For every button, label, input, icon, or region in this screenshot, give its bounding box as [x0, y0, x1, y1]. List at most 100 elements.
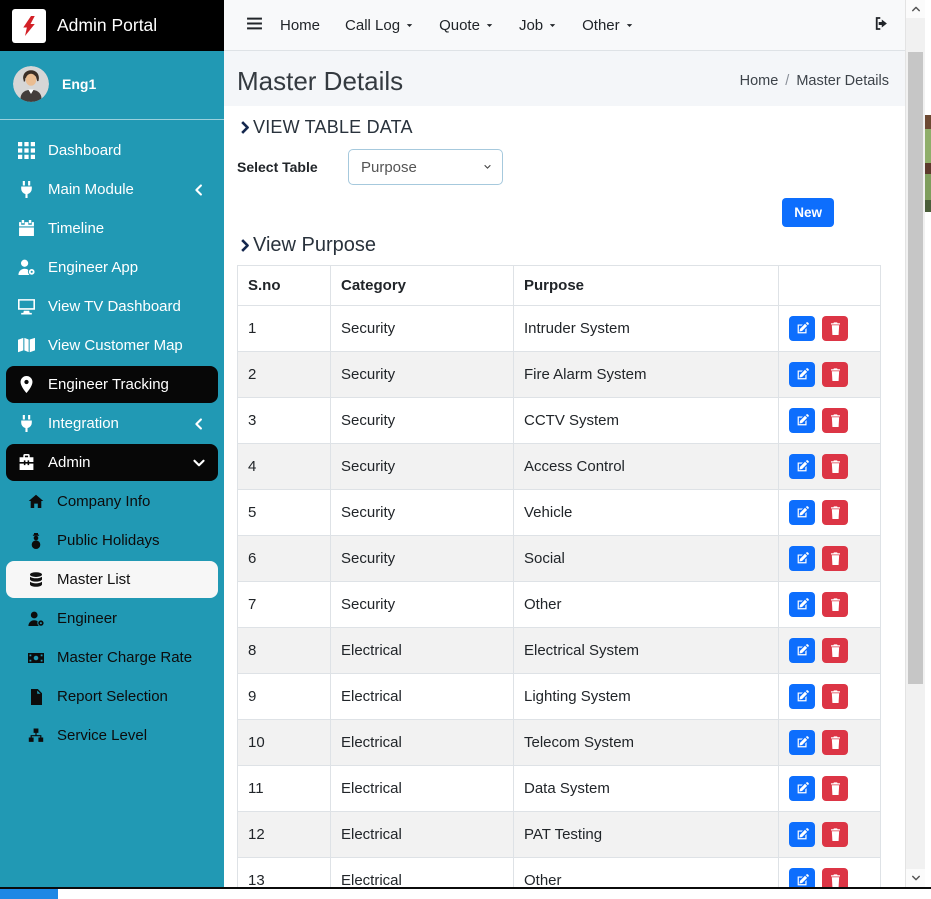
edit-button[interactable]: [789, 776, 815, 801]
cell-purpose: Social: [514, 536, 779, 582]
sidebar-item-label: Master Charge Rate: [57, 649, 192, 666]
app-logo[interactable]: [12, 9, 46, 43]
sidebar-item-integration[interactable]: Integration: [6, 405, 218, 442]
top-menu: Home Call Log Quote Job: [280, 17, 659, 34]
cell-sno: 6: [238, 536, 331, 582]
delete-button[interactable]: [822, 362, 848, 387]
edit-button[interactable]: [789, 592, 815, 617]
sidebar-item-label: Engineer App: [48, 259, 138, 276]
header-actions: [779, 266, 881, 306]
chevron-up-icon: [911, 4, 921, 14]
edit-icon: [796, 598, 809, 611]
edit-icon: [796, 644, 809, 657]
sidebar-item-master-list[interactable]: Master List: [6, 561, 218, 598]
delete-button[interactable]: [822, 408, 848, 433]
sidebar-item-report-selection[interactable]: Report Selection: [6, 678, 218, 715]
sidebar-item-view-customer-map[interactable]: View Customer Map: [6, 327, 218, 364]
edit-icon: [796, 736, 809, 749]
app-title: Admin Portal: [57, 15, 157, 36]
top-menu-item-label: Call Log: [345, 17, 400, 34]
map-sliver: [925, 163, 931, 174]
master-details-card: VIEW TABLE DATA Select Table Purpose New…: [224, 106, 905, 887]
top-menu-item-label: Other: [582, 17, 620, 34]
scroll-down-button[interactable]: [906, 869, 925, 887]
sidebar-item-main-module[interactable]: Main Module: [6, 171, 218, 208]
sidebar-item-label: Company Info: [57, 493, 150, 510]
table-row: 3 Security CCTV System: [238, 398, 881, 444]
table-select[interactable]: Purpose: [348, 149, 503, 185]
caret-down-icon: [405, 21, 414, 30]
delete-button[interactable]: [822, 638, 848, 663]
cell-sno: 7: [238, 582, 331, 628]
table-row: 2 Security Fire Alarm System: [238, 352, 881, 398]
vertical-scrollbar-thumb[interactable]: [908, 52, 923, 684]
sidebar-item-service-level[interactable]: Service Level: [6, 717, 218, 754]
sidebar-item-timeline[interactable]: Timeline: [6, 210, 218, 247]
edit-icon: [796, 690, 809, 703]
trash-icon: [829, 644, 842, 657]
delete-button[interactable]: [822, 684, 848, 709]
avatar[interactable]: [13, 66, 49, 102]
scroll-up-button[interactable]: [906, 0, 925, 18]
delete-button[interactable]: [822, 822, 848, 847]
table-row: 6 Security Social: [238, 536, 881, 582]
nav-item-quote[interactable]: Quote: [439, 17, 494, 34]
sidebar-item-engineer-app[interactable]: Engineer App: [6, 249, 218, 286]
nav-item-other[interactable]: Other: [582, 17, 634, 34]
delete-button[interactable]: [822, 546, 848, 571]
table-row: 7 Security Other: [238, 582, 881, 628]
edit-button[interactable]: [789, 500, 815, 525]
view-purpose-section-title: View Purpose: [237, 234, 892, 257]
sidebar-item-public-holidays[interactable]: Public Holidays: [6, 522, 218, 559]
nav-item-home[interactable]: Home: [280, 17, 320, 34]
delete-button[interactable]: [822, 500, 848, 525]
delete-button[interactable]: [822, 592, 848, 617]
sidebar-item-label: Integration: [48, 415, 119, 432]
sidebar-item-master-charge-rate[interactable]: Master Charge Rate: [6, 639, 218, 676]
cell-category: Security: [331, 490, 514, 536]
sidebar-item-engineer-tracking[interactable]: Engineer Tracking: [6, 366, 218, 403]
edit-button[interactable]: [789, 316, 815, 341]
sidebar-item-engineer[interactable]: Engineer: [6, 600, 218, 637]
right-edge-strip: [925, 0, 931, 887]
sidebar-item-company-info[interactable]: Company Info: [6, 483, 218, 520]
table-row: 8 Electrical Electrical System: [238, 628, 881, 674]
cell-purpose: CCTV System: [514, 398, 779, 444]
sidebar-item-dashboard[interactable]: Dashboard: [6, 132, 218, 169]
delete-button[interactable]: [822, 316, 848, 341]
delete-button[interactable]: [822, 454, 848, 479]
cell-purpose: Access Control: [514, 444, 779, 490]
sidebar-item-admin[interactable]: Admin: [6, 444, 218, 481]
edit-button[interactable]: [789, 868, 815, 887]
cell-purpose: PAT Testing: [514, 812, 779, 858]
edit-button[interactable]: [789, 684, 815, 709]
nav-item-call-log[interactable]: Call Log: [345, 17, 414, 34]
edit-icon: [796, 552, 809, 565]
delete-button[interactable]: [822, 730, 848, 755]
edit-button[interactable]: [789, 638, 815, 663]
edit-button[interactable]: [789, 408, 815, 433]
trash-icon: [829, 598, 842, 611]
edit-button[interactable]: [789, 822, 815, 847]
new-button-row: New: [237, 198, 892, 227]
nav-item-job[interactable]: Job: [519, 17, 557, 34]
delete-button[interactable]: [822, 868, 848, 887]
cell-actions: [779, 306, 881, 352]
edit-icon: [796, 322, 809, 335]
sign-out-button[interactable]: [869, 14, 891, 36]
edit-button[interactable]: [789, 546, 815, 571]
edit-button[interactable]: [789, 362, 815, 387]
delete-button[interactable]: [822, 776, 848, 801]
menu-toggle-button[interactable]: [243, 14, 265, 36]
edit-button[interactable]: [789, 730, 815, 755]
sidebar-item-view-tv-dashboard[interactable]: View TV Dashboard: [6, 288, 218, 325]
new-button[interactable]: New: [782, 198, 834, 227]
edit-button[interactable]: [789, 454, 815, 479]
sidebar-item-label: Dashboard: [48, 142, 121, 159]
table-body: 1 Security Intruder System: [238, 306, 881, 888]
cell-sno: 4: [238, 444, 331, 490]
horizontal-scrollbar-thumb[interactable]: [0, 889, 58, 899]
sidebar-item-label: Main Module: [48, 181, 134, 198]
breadcrumb-home[interactable]: Home: [740, 73, 779, 89]
chevron-right-icon: [237, 238, 252, 253]
